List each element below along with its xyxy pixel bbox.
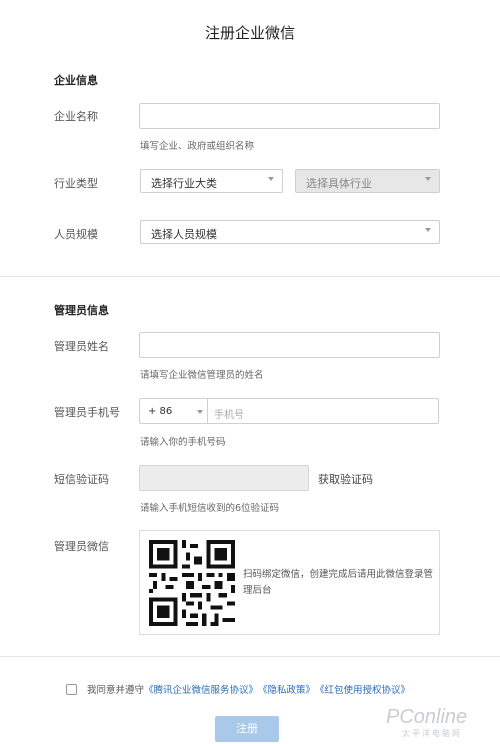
privacy-policy-link[interactable]: 《隐私政策》: [258, 682, 315, 696]
industry-sub-select-value: 选择具体行业: [306, 177, 372, 190]
redpacket-agreement-link[interactable]: 《红包使用授权协议》: [315, 682, 410, 696]
industry-select[interactable]: 选择行业大类: [140, 169, 283, 193]
sms-code-label: 短信验证码: [54, 473, 109, 486]
chevron-down-icon: [197, 410, 203, 414]
agreement-checkbox[interactable]: [66, 683, 77, 695]
country-code-select[interactable]: + 86: [139, 398, 207, 424]
agreement-row: 我同意并遵守 《腾讯企业微信服务协议》 《隐私政策》 《红包使用授权协议》: [66, 682, 410, 696]
industry-sub-select[interactable]: 选择具体行业: [295, 169, 440, 193]
industry-select-value: 选择行业大类: [151, 177, 217, 190]
company-name-hint: 填写企业、政府或组织名称: [140, 141, 255, 152]
page-title: 注册企业微信: [204, 24, 295, 42]
qr-instruction: 扫码绑定微信，创建完成后请用此微信登录管理后台: [243, 569, 434, 596]
chevron-down-icon: [425, 228, 431, 232]
service-agreement-link[interactable]: 《腾讯企业微信服务协议》: [144, 682, 258, 696]
chevron-down-icon: [425, 177, 431, 181]
admin-name-input[interactable]: [139, 332, 440, 358]
agreement-prefix: 我同意并遵守: [87, 685, 145, 696]
phone-input[interactable]: 手机号: [207, 398, 439, 424]
register-button[interactable]: 注册: [215, 716, 279, 742]
company-name-label: 企业名称: [54, 110, 98, 123]
admin-section-title: 管理员信息: [54, 304, 109, 317]
sms-code-hint: 请输入手机短信收到的6位验证码: [140, 503, 280, 514]
section-divider: [0, 276, 500, 277]
sms-code-input[interactable]: [139, 465, 309, 491]
company-section-title: 企业信息: [54, 74, 98, 87]
industry-label: 行业类型: [54, 177, 98, 190]
admin-wechat-label: 管理员微信: [54, 540, 109, 553]
qr-code-icon: [149, 540, 235, 626]
size-label: 人员规模: [54, 228, 98, 241]
phone-hint: 请输入你的手机号码: [140, 437, 226, 448]
get-code-button[interactable]: 获取验证码: [318, 471, 373, 487]
admin-name-label: 管理员姓名: [54, 340, 109, 353]
section-divider: [0, 656, 500, 657]
watermark-subtitle: 太平洋电脑网: [402, 729, 462, 738]
country-code-value: + 86: [148, 406, 173, 417]
chevron-down-icon: [268, 177, 274, 181]
size-select-value: 选择人员规模: [151, 228, 217, 241]
watermark-logo: PConline: [386, 706, 468, 728]
admin-phone-label: 管理员手机号: [54, 406, 120, 419]
size-select[interactable]: 选择人员规模: [140, 220, 440, 244]
company-name-input[interactable]: [139, 103, 440, 129]
admin-name-hint: 请填写企业微信管理员的姓名: [140, 370, 264, 381]
qr-box: 扫码绑定微信，创建完成后请用此微信登录管理后台: [139, 530, 440, 635]
